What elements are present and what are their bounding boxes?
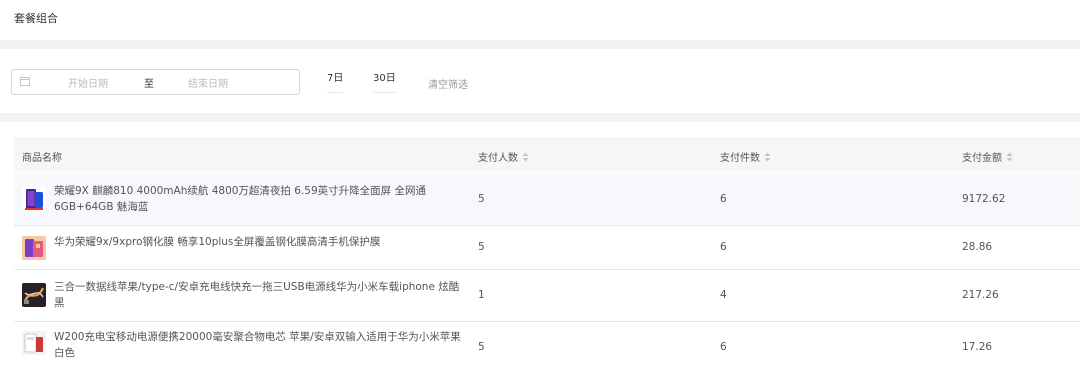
- table-row[interactable]: 荣耀9X 麒麟810 4000mAh续航 4800万超清夜拍 6.59英寸升降全…: [14, 173, 1080, 226]
- cable-thumbnail: [22, 283, 46, 307]
- calendar-icon: [20, 77, 30, 86]
- payment-amount: 9172.62: [962, 193, 1006, 205]
- column-header-product-name: 商品名称: [22, 153, 62, 164]
- product-name[interactable]: 三合一数据线苹果/type-c/安卓充电线快充一拖三USB电源线华为小米车载ip…: [54, 279, 466, 311]
- items-count: 6: [720, 193, 727, 205]
- product-table: 商品名称 支付人数 支付件数 支付金额 荣耀9X 麒麟810 4000mAh续航…: [0, 122, 1080, 375]
- sort-icon[interactable]: [764, 152, 771, 162]
- table-header: 商品名称 支付人数 支付件数 支付金额: [14, 137, 1080, 172]
- payment-amount: 28.86: [962, 241, 993, 253]
- range-separator: 至: [144, 79, 154, 90]
- phone-thumbnail: [22, 187, 46, 211]
- table-row[interactable]: 华为荣耀9x/9xpro钢化膜 畅享10plus全屏覆盖钢化膜高清手机保护膜 5…: [14, 226, 1080, 270]
- quick-range-30-days[interactable]: 30日: [373, 69, 396, 93]
- buyers-count: 5: [478, 341, 485, 353]
- date-range-picker[interactable]: 开始日期 至 结束日期: [11, 69, 300, 95]
- payment-amount: 17.26: [962, 341, 993, 353]
- items-count: 6: [720, 241, 727, 253]
- top-bar: 套餐组合: [0, 0, 1080, 40]
- table-row[interactable]: W200充电宝移动电源便携20000毫安聚合物电芯 苹果/安卓双输入适用于华为小…: [14, 322, 1080, 375]
- product-name[interactable]: 华为荣耀9x/9xpro钢化膜 畅享10plus全屏覆盖钢化膜高清手机保护膜: [54, 234, 466, 250]
- clear-filter-button[interactable]: 清空筛选: [428, 76, 468, 91]
- items-count: 4: [720, 289, 727, 301]
- items-count: 6: [720, 341, 727, 353]
- power-bank-thumbnail: [22, 331, 46, 355]
- end-date-input[interactable]: 结束日期: [188, 75, 228, 90]
- column-header-buyers[interactable]: 支付人数: [478, 149, 529, 164]
- page-title: 套餐组合: [14, 12, 58, 25]
- buyers-count: 5: [478, 241, 485, 253]
- filter-bar: 开始日期 至 结束日期 7日 30日 清空筛选: [0, 49, 1080, 113]
- column-header-quantity[interactable]: 支付件数: [720, 149, 771, 164]
- product-name[interactable]: W200充电宝移动电源便携20000毫安聚合物电芯 苹果/安卓双输入适用于华为小…: [54, 329, 466, 361]
- table-row[interactable]: 三合一数据线苹果/type-c/安卓充电线快充一拖三USB电源线华为小米车载ip…: [14, 270, 1080, 322]
- column-header-amount[interactable]: 支付金额: [962, 149, 1013, 164]
- quick-range-7-days[interactable]: 7日: [327, 69, 344, 93]
- screen-protector-thumbnail: [22, 236, 46, 260]
- sort-icon[interactable]: [1006, 152, 1013, 162]
- sort-icon[interactable]: [522, 152, 529, 162]
- buyers-count: 1: [478, 289, 485, 301]
- start-date-input[interactable]: 开始日期: [68, 75, 108, 90]
- payment-amount: 217.26: [962, 289, 999, 301]
- product-name[interactable]: 荣耀9X 麒麟810 4000mAh续航 4800万超清夜拍 6.59英寸升降全…: [54, 183, 466, 215]
- buyers-count: 5: [478, 193, 485, 205]
